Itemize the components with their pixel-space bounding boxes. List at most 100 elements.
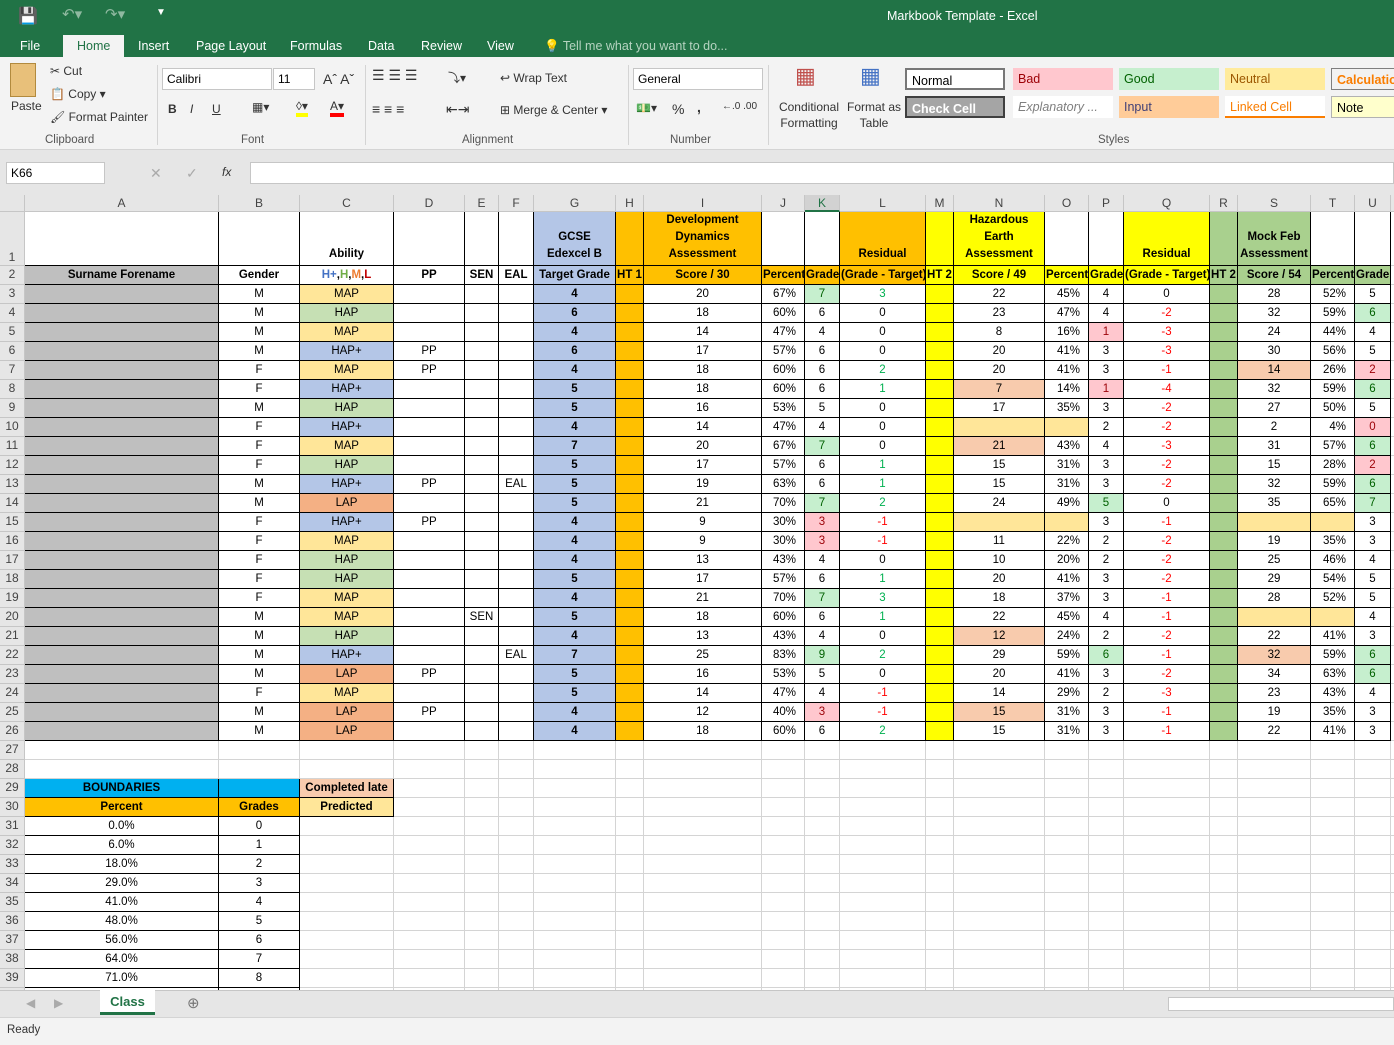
cell-P32[interactable]	[1089, 836, 1124, 855]
cell-U3[interactable]: 5	[1355, 285, 1391, 304]
cell-T20[interactable]	[1311, 608, 1355, 627]
cell-C37[interactable]	[300, 931, 394, 950]
cell-E3[interactable]	[465, 285, 499, 304]
cell-Q2[interactable]: (Grade - Target)	[1124, 266, 1210, 285]
cell-I21[interactable]: 13	[644, 627, 762, 646]
cell-O1[interactable]	[1045, 212, 1089, 266]
cell-C29[interactable]: Completed late	[300, 779, 394, 798]
cell-M25[interactable]	[926, 703, 954, 722]
cell-C30[interactable]: Predicted	[300, 798, 394, 817]
cell-B26[interactable]: M	[219, 722, 300, 741]
cell-I4[interactable]: 18	[644, 304, 762, 323]
cell-P27[interactable]	[1089, 741, 1124, 760]
cell-U12[interactable]: 2	[1355, 456, 1391, 475]
cell-T21[interactable]: 41%	[1311, 627, 1355, 646]
cell-P37[interactable]	[1089, 931, 1124, 950]
select-all-corner[interactable]	[0, 195, 25, 212]
cell-J24[interactable]: 47%	[762, 684, 805, 703]
cell-T19[interactable]: 52%	[1311, 589, 1355, 608]
cell-P39[interactable]	[1089, 969, 1124, 988]
cell-G20[interactable]: 5	[534, 608, 616, 627]
cell-N14[interactable]: 24	[954, 494, 1045, 513]
cell-F3[interactable]	[499, 285, 534, 304]
row-header-36[interactable]: 36	[0, 912, 25, 931]
cell-I19[interactable]: 21	[644, 589, 762, 608]
font-color-icon[interactable]: A▾	[330, 99, 345, 117]
cell-L7[interactable]: 2	[840, 361, 926, 380]
cell-D12[interactable]	[394, 456, 465, 475]
cell-P33[interactable]	[1089, 855, 1124, 874]
cell-A29[interactable]: BOUNDARIES	[25, 779, 219, 798]
tab-home[interactable]: Home	[63, 35, 125, 57]
cell-C11[interactable]: MAP	[300, 437, 394, 456]
merge-center-button[interactable]: ⊞ Merge & Center ▾	[500, 103, 607, 117]
horizontal-scrollbar[interactable]	[1168, 997, 1394, 1011]
cell-G23[interactable]: 5	[534, 665, 616, 684]
cell-A25[interactable]	[25, 703, 219, 722]
cell-C31[interactable]	[300, 817, 394, 836]
cell-I35[interactable]	[644, 893, 762, 912]
cell-Q6[interactable]: -3	[1124, 342, 1210, 361]
cell-K24[interactable]: 4	[805, 684, 840, 703]
row-header-20[interactable]: 20	[0, 608, 25, 627]
cell-P7[interactable]: 3	[1089, 361, 1124, 380]
cell-B37[interactable]: 6	[219, 931, 300, 950]
cell-N33[interactable]	[954, 855, 1045, 874]
cell-F18[interactable]	[499, 570, 534, 589]
cell-T8[interactable]: 59%	[1311, 380, 1355, 399]
cell-O5[interactable]: 16%	[1045, 323, 1089, 342]
cell-H6[interactable]	[616, 342, 644, 361]
column-header-J[interactable]: J	[762, 195, 805, 212]
cell-I13[interactable]: 19	[644, 475, 762, 494]
cell-J25[interactable]: 40%	[762, 703, 805, 722]
cell-O8[interactable]: 14%	[1045, 380, 1089, 399]
cell-T3[interactable]: 52%	[1311, 285, 1355, 304]
cell-S16[interactable]: 19	[1238, 532, 1311, 551]
cell-E1[interactable]	[465, 212, 499, 266]
cell-N31[interactable]	[954, 817, 1045, 836]
cell-D22[interactable]	[394, 646, 465, 665]
cell-I32[interactable]	[644, 836, 762, 855]
cell-Q11[interactable]: -3	[1124, 437, 1210, 456]
cell-R14[interactable]	[1210, 494, 1238, 513]
cell-Q17[interactable]: -2	[1124, 551, 1210, 570]
cell-K15[interactable]: 3	[805, 513, 840, 532]
cell-K28[interactable]	[805, 760, 840, 779]
cell-F29[interactable]	[499, 779, 534, 798]
cell-A5[interactable]	[25, 323, 219, 342]
cell-S24[interactable]: 23	[1238, 684, 1311, 703]
row-header-4[interactable]: 4	[0, 304, 25, 323]
name-box[interactable]: K66	[6, 162, 105, 184]
cell-B13[interactable]: M	[219, 475, 300, 494]
cell-F30[interactable]	[499, 798, 534, 817]
cell-P35[interactable]	[1089, 893, 1124, 912]
cell-N20[interactable]: 22	[954, 608, 1045, 627]
cell-E25[interactable]	[465, 703, 499, 722]
cell-M11[interactable]	[926, 437, 954, 456]
cell-B19[interactable]: F	[219, 589, 300, 608]
cell-P31[interactable]	[1089, 817, 1124, 836]
cell-T39[interactable]	[1311, 969, 1355, 988]
cell-R36[interactable]	[1210, 912, 1238, 931]
cell-S1[interactable]: Mock Feb Assessment	[1238, 212, 1311, 266]
currency-icon[interactable]: 💵▾	[636, 101, 657, 115]
cell-J6[interactable]: 57%	[762, 342, 805, 361]
row-header-1[interactable]: 1	[0, 212, 25, 266]
cell-S22[interactable]: 32	[1238, 646, 1311, 665]
cell-K31[interactable]	[805, 817, 840, 836]
cell-G13[interactable]: 5	[534, 475, 616, 494]
cell-J3[interactable]: 67%	[762, 285, 805, 304]
cell-E5[interactable]	[465, 323, 499, 342]
cell-H26[interactable]	[616, 722, 644, 741]
cell-O15[interactable]	[1045, 513, 1089, 532]
cell-M2[interactable]: HT 2	[926, 266, 954, 285]
cell-H16[interactable]	[616, 532, 644, 551]
italic-button[interactable]: I	[190, 102, 193, 116]
cell-M32[interactable]	[926, 836, 954, 855]
cell-R22[interactable]	[1210, 646, 1238, 665]
cell-C9[interactable]: HAP	[300, 399, 394, 418]
cell-Q1[interactable]: Residual	[1124, 212, 1210, 266]
cell-O20[interactable]: 45%	[1045, 608, 1089, 627]
cell-U8[interactable]: 6	[1355, 380, 1391, 399]
cell-A37[interactable]: 56.0%	[25, 931, 219, 950]
